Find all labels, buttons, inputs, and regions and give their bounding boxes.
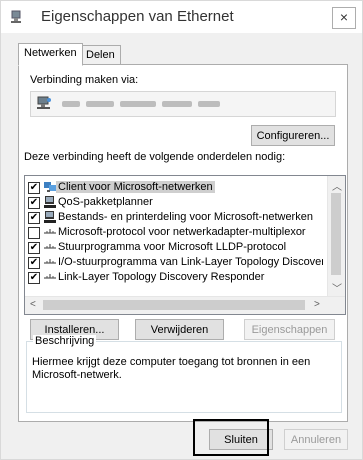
components-label: Deze verbinding heeft de volgende onderd… xyxy=(24,151,286,163)
component-label: QoS-pakketplanner xyxy=(58,196,153,208)
network-adapter-icon xyxy=(11,10,21,23)
list-item[interactable]: ✔ Client voor Microsoft-netwerken xyxy=(25,180,323,195)
component-label: Microsoft-protocol voor netwerkadapter-m… xyxy=(58,226,306,238)
cancel-button[interactable]: Annuleren xyxy=(284,429,348,450)
properties-dialog: Eigenschappen van Ethernet × Netwerken D… xyxy=(0,0,363,460)
network-client-icon xyxy=(44,182,56,192)
service-icon xyxy=(44,196,56,208)
description-text: Hiermee krijgt deze computer toegang tot… xyxy=(32,356,311,381)
protocol-icon xyxy=(44,229,56,234)
networking-panel: Verbinding maken via: Configureren... De… xyxy=(18,64,348,422)
description-title: Beschrijving xyxy=(33,335,97,347)
checkbox[interactable]: ✔ xyxy=(28,197,40,209)
component-label: Stuurprogramma voor Microsoft LLDP-proto… xyxy=(58,241,287,253)
checkbox[interactable] xyxy=(28,227,40,239)
list-item[interactable]: ✔ I/O-stuurprogramma van Link-Layer Topo… xyxy=(25,255,323,270)
tab-networking[interactable]: Netwerken xyxy=(18,43,83,66)
title-bar: Eigenschappen van Ethernet xyxy=(1,1,362,33)
connect-via-label: Verbinding maken via: xyxy=(30,74,139,86)
service-icon xyxy=(44,211,56,223)
scroll-right-icon[interactable]: > xyxy=(314,299,320,310)
adapter-field xyxy=(30,91,336,117)
list-item[interactable]: ✔ Stuurprogramma voor Microsoft LLDP-pro… xyxy=(25,240,323,255)
components-list[interactable]: ✔ Client voor Microsoft-netwerken ✔ QoS-… xyxy=(24,175,346,315)
component-label: Client voor Microsoft-netwerken xyxy=(56,181,215,193)
redacted-adapter-name xyxy=(120,101,156,107)
list-item[interactable]: ✔ Bestands- en printerdeling voor Micros… xyxy=(25,210,323,225)
redacted-adapter-name xyxy=(86,101,114,107)
tab-sharing[interactable]: Delen xyxy=(80,45,121,66)
redacted-adapter-name xyxy=(62,101,80,107)
scroll-left-icon[interactable]: < xyxy=(30,299,36,310)
scroll-up-icon[interactable]: ︿ xyxy=(332,178,342,193)
checkbox[interactable]: ✔ xyxy=(28,272,40,284)
checkbox[interactable]: ✔ xyxy=(28,242,40,254)
horizontal-scrollbar[interactable]: < > xyxy=(25,296,345,314)
checkbox[interactable]: ✔ xyxy=(28,182,40,194)
protocol-icon xyxy=(44,274,56,279)
redacted-adapter-name xyxy=(198,101,220,107)
component-label: Link-Layer Topology Discovery Responder xyxy=(58,271,265,283)
scroll-thumb[interactable] xyxy=(331,193,341,275)
remove-button[interactable]: Verwijderen xyxy=(135,319,224,340)
configure-button[interactable]: Configureren... xyxy=(251,125,335,146)
protocol-icon xyxy=(44,259,56,264)
list-item[interactable]: Microsoft-protocol voor netwerkadapter-m… xyxy=(25,225,323,240)
vertical-scrollbar[interactable]: ︿ ﹀ xyxy=(327,176,345,297)
close-window-button[interactable]: × xyxy=(332,7,356,29)
component-label: Bestands- en printerdeling voor Microsof… xyxy=(58,211,313,223)
properties-button[interactable]: Eigenschappen xyxy=(244,319,335,340)
scroll-down-icon[interactable]: ﹀ xyxy=(332,280,342,295)
checkbox[interactable]: ✔ xyxy=(28,212,40,224)
scroll-thumb[interactable] xyxy=(43,300,305,310)
checkbox[interactable]: ✔ xyxy=(28,257,40,269)
highlight-frame xyxy=(193,419,269,456)
network-adapter-icon xyxy=(37,96,51,109)
list-item[interactable]: ✔ QoS-pakketplanner xyxy=(25,195,323,210)
list-item[interactable]: ✔ Link-Layer Topology Discovery Responde… xyxy=(25,270,323,285)
component-label: I/O-stuurprogramma van Link-Layer Topolo… xyxy=(58,256,323,268)
redacted-adapter-name xyxy=(162,101,192,107)
description-group: Beschrijving Hiermee krijgt deze compute… xyxy=(26,335,342,413)
window-title: Eigenschappen van Ethernet xyxy=(41,8,234,25)
protocol-icon xyxy=(44,244,56,249)
